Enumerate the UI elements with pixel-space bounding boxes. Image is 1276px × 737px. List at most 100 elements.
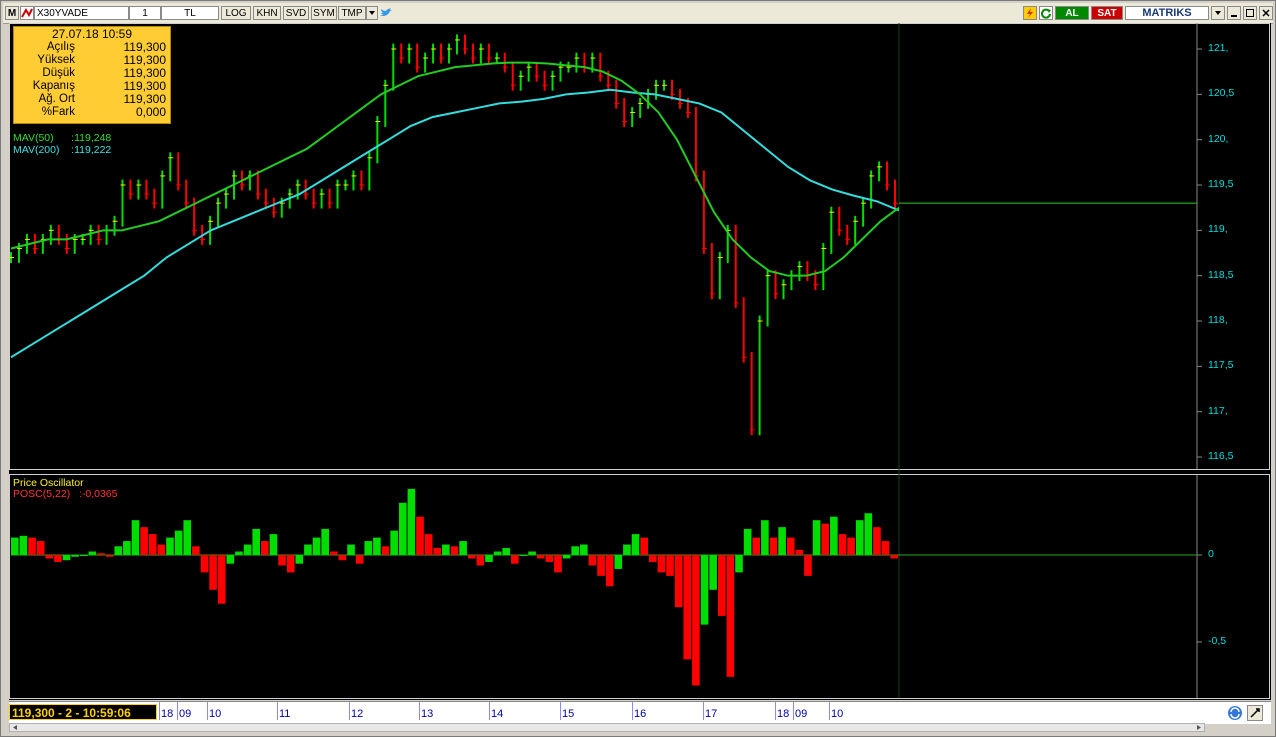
- x-tick-label: 16: [634, 708, 647, 720]
- oscillator-bar: [597, 555, 605, 576]
- sym-button[interactable]: SYM: [311, 6, 337, 20]
- dropdown-arrow-icon[interactable]: [366, 6, 378, 20]
- info-label-change: %Fark: [41, 106, 75, 118]
- oscillator-bar: [493, 551, 502, 555]
- info-label-open: Açılış: [46, 41, 75, 53]
- oscillator-bar: [683, 555, 692, 660]
- oscillator-bar: [105, 555, 114, 557]
- oscillator-bar: [278, 555, 286, 566]
- close-icon[interactable]: [1259, 6, 1273, 20]
- scroll-left-icon[interactable]: [11, 724, 19, 731]
- oscillator-bar: [381, 546, 390, 555]
- options-dropdown-icon[interactable]: [1211, 6, 1225, 20]
- oscillator-bar: [217, 555, 226, 604]
- mav200-line: [10, 88, 900, 359]
- tmp-button[interactable]: TMP: [338, 6, 366, 20]
- oscillator-bar: [873, 527, 881, 555]
- x-tick-label: 17: [705, 708, 718, 720]
- symbol-field[interactable]: X30YVADE: [34, 6, 129, 20]
- oscillator-bar: [347, 544, 355, 555]
- oscillator-bar: [114, 546, 123, 555]
- oscillator-bar: [364, 541, 373, 555]
- oscillator-bar: [692, 555, 700, 686]
- x-tick-label: 18: [777, 708, 790, 720]
- oscillator-bar: [640, 537, 648, 555]
- sync-icon[interactable]: [1227, 705, 1243, 721]
- x-tick-label: 18: [161, 708, 174, 720]
- symbol-flag-icon[interactable]: [20, 6, 34, 20]
- oscillator-bar: [562, 555, 571, 559]
- matriks-menu-icon[interactable]: M: [5, 6, 19, 20]
- oscillator-bar: [390, 530, 398, 555]
- x-tick-mark: [489, 702, 490, 720]
- chart-toolbar: M X30YVADE 1 TL LOG KHN SVD SYM TMP AL S…: [3, 3, 1273, 24]
- oscillator-bar: [36, 541, 45, 555]
- lightning-icon[interactable]: [1023, 6, 1037, 20]
- period-field[interactable]: 1: [129, 6, 161, 20]
- oscillator-bar: [864, 513, 873, 555]
- oscillator-bar: [890, 555, 898, 559]
- refresh-icon[interactable]: [1039, 6, 1053, 20]
- y-tick-label: 117,: [1208, 404, 1228, 417]
- oscillator-bar: [821, 523, 830, 555]
- oscillator-bar: [778, 527, 786, 555]
- svd-button[interactable]: SVD: [283, 6, 309, 20]
- oscillator-bar: [312, 537, 321, 555]
- oscillator-bar: [28, 537, 36, 555]
- x-tick-mark: [775, 702, 776, 720]
- x-tick-mark: [703, 702, 704, 720]
- oscillator-bar: [743, 528, 752, 555]
- settings-icon[interactable]: [1247, 705, 1263, 721]
- scroll-right-icon[interactable]: [1195, 724, 1203, 731]
- x-tick-mark: [632, 702, 633, 720]
- oscillator-bar: [209, 555, 217, 590]
- oscillator-bar: [269, 534, 278, 555]
- sell-button[interactable]: SAT: [1091, 6, 1123, 20]
- minimize-icon[interactable]: [1227, 6, 1241, 20]
- oscillator-bar: [554, 555, 562, 573]
- oscillator-bar: [812, 520, 821, 555]
- oscillator-bar: [795, 549, 804, 555]
- oscillator-bar: [79, 555, 88, 556]
- oscillator-bar: [407, 488, 416, 555]
- oscillator-bar: [286, 555, 295, 573]
- oscillator-bar: [252, 528, 261, 555]
- oscillator-bar: [140, 527, 148, 555]
- x-tick-mark: [177, 702, 178, 720]
- maximize-icon[interactable]: [1243, 6, 1257, 20]
- chart-window: M X30YVADE 1 TL LOG KHN SVD SYM TMP AL S…: [0, 0, 1276, 737]
- price-chart-svg[interactable]: [9, 23, 1271, 700]
- info-label-wavg: Ağ. Ort: [38, 93, 75, 105]
- oscillator-bar: [881, 541, 890, 555]
- oscillator-bar: [666, 555, 674, 576]
- x-tick-mark: [207, 702, 208, 720]
- oscillator-bar: [830, 516, 838, 555]
- mav50-value: :119,248: [71, 132, 112, 144]
- y-tick-label: 118,: [1208, 314, 1228, 326]
- oscillator-bar: [243, 544, 252, 555]
- oscillator-bar: [752, 537, 761, 555]
- price-chart-panel[interactable]: 27.07.18 10:59 Açılış 119,300 Yüksek 119,3…: [9, 23, 1271, 700]
- oscillator-bar: [261, 541, 269, 555]
- log-button[interactable]: LOG: [221, 6, 251, 20]
- horizontal-scrollbar[interactable]: [9, 723, 1205, 732]
- mav200-label: MAV(200): [13, 144, 60, 156]
- oscillator-bar: [416, 516, 424, 555]
- oscillator-bar: [571, 546, 580, 555]
- oscillator-bar: [157, 544, 166, 555]
- oscillator-bar: [631, 534, 640, 555]
- oscillator-bar: [398, 502, 407, 555]
- twitter-bird-icon[interactable]: [379, 6, 393, 20]
- oscillator-bar: [183, 520, 192, 555]
- oscillator-bar: [847, 537, 855, 555]
- khn-button[interactable]: KHN: [253, 6, 281, 20]
- buy-button[interactable]: AL: [1055, 6, 1089, 20]
- posc-label: POSC(5,22): [13, 488, 71, 500]
- oscillator-bar: [373, 537, 381, 555]
- x-tick-mark: [560, 702, 561, 720]
- oscillator-bar: [769, 537, 778, 555]
- oscillator-bar: [502, 548, 511, 555]
- currency-field[interactable]: TL: [161, 6, 219, 20]
- oscillator-bar: [19, 535, 28, 555]
- oscillator-bar: [192, 546, 200, 555]
